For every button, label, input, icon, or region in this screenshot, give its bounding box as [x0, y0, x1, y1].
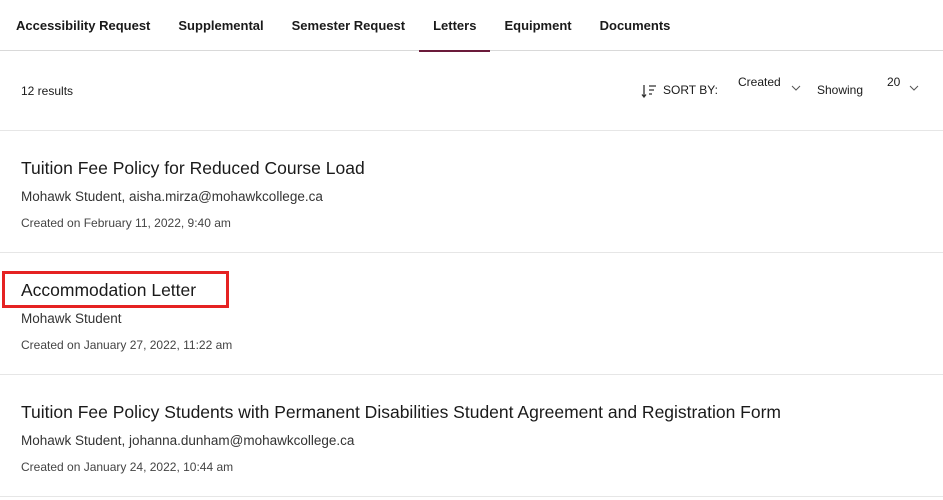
letter-created-date: Created on January 27, 2022, 11:22 am [21, 338, 233, 352]
letter-author: Mohawk Student, johanna.dunham@mohawkcol… [21, 433, 355, 448]
sort-controls: SORT BY: Created Showing 20 [623, 51, 943, 131]
letter-author: Mohawk Student [21, 311, 122, 326]
list-item: Accommodation Letter Mohawk Student Crea… [0, 253, 943, 375]
tab-documents[interactable]: Documents [586, 0, 685, 51]
letter-created-date: Created on February 11, 2022, 9:40 am [21, 216, 231, 230]
chevron-down-icon[interactable] [791, 85, 801, 91]
letter-author: Mohawk Student, aisha.mirza@mohawkcolleg… [21, 189, 323, 204]
tab-supplemental[interactable]: Supplemental [164, 0, 277, 51]
page-size-select[interactable]: 20 [887, 75, 900, 89]
tab-letters[interactable]: Letters [419, 0, 491, 52]
list-item: Tuition Fee Policy Students with Permane… [0, 375, 943, 497]
sort-by-label: SORT BY: [663, 83, 718, 97]
letter-created-date: Created on January 24, 2022, 10:44 am [21, 460, 234, 474]
sort-by-select[interactable]: Created [738, 75, 781, 89]
tab-bar: Accessibility Request Supplemental Semes… [0, 0, 943, 52]
showing-label: Showing [817, 83, 864, 97]
chevron-down-icon[interactable] [909, 85, 919, 91]
tab-semester-request[interactable]: Semester Request [278, 0, 419, 51]
tab-accessibility-request[interactable]: Accessibility Request [2, 0, 164, 51]
sort-icon[interactable] [641, 84, 657, 98]
letter-title-link[interactable]: Tuition Fee Policy Students with Permane… [21, 402, 781, 423]
letter-title-link[interactable]: Accommodation Letter [21, 280, 196, 301]
tab-equipment[interactable]: Equipment [490, 0, 585, 51]
results-count: 12 results [21, 84, 74, 98]
results-toolbar: 12 results SORT BY: Created Showing 20 [0, 51, 943, 131]
letter-title-link[interactable]: Tuition Fee Policy for Reduced Course Lo… [21, 158, 365, 179]
list-item: Tuition Fee Policy for Reduced Course Lo… [0, 131, 943, 253]
